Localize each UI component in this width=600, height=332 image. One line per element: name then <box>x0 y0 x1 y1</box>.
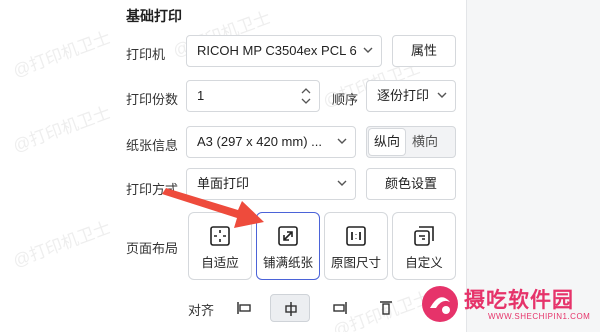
watermark: @打印机卫士 <box>10 27 114 81</box>
chevron-down-icon <box>363 47 373 53</box>
order-value: 逐份打印 <box>377 88 430 103</box>
stepper-arrows-icon[interactable] <box>301 86 311 106</box>
layout-option-label: 原图尺寸 <box>330 256 381 270</box>
align-top-icon <box>380 301 392 315</box>
printer-value: RICOH MP C3504ex PCL 6 <box>197 43 357 58</box>
brand-url: WWW.SHECHIPIN1.COM <box>488 312 591 321</box>
align-left-button[interactable] <box>224 294 264 322</box>
color-settings-button[interactable]: 颜色设置 <box>366 168 456 200</box>
printer-label: 打印机 <box>126 47 166 62</box>
brand-watermark: 摄吃软件园 WWW.SHECHIPIN1.COM <box>420 282 600 332</box>
chevron-down-icon <box>437 92 447 98</box>
paper-select[interactable]: A3 (297 x 420 mm) ... <box>186 126 356 158</box>
watermark: @打印机卫士 <box>10 102 114 156</box>
original-size-icon <box>346 226 366 246</box>
orientation-toggle: 纵向 横向 <box>366 126 456 158</box>
align-right-icon <box>333 302 347 314</box>
watermark: @打印机卫士 <box>10 217 114 271</box>
layout-option-custom[interactable]: 自定义 <box>392 212 456 280</box>
layout-option-label: 自适应 <box>201 256 239 270</box>
brand-logo-icon <box>422 286 458 322</box>
copies-value: 1 <box>197 88 205 103</box>
section-title: 基础打印 <box>126 8 182 24</box>
expand-icon <box>278 226 298 246</box>
chevron-down-icon <box>337 180 347 186</box>
align-right-button[interactable] <box>320 294 360 322</box>
orientation-landscape[interactable]: 横向 <box>407 129 443 155</box>
layout-option-label: 自定义 <box>405 256 443 270</box>
annotation-arrow-icon <box>162 188 264 228</box>
order-select[interactable]: 逐份打印 <box>366 80 456 112</box>
copies-stepper[interactable]: 1 <box>186 80 320 112</box>
chevron-down-icon <box>337 138 347 144</box>
layout-option-label: 铺满纸张 <box>262 256 313 270</box>
align-center-icon <box>285 302 297 316</box>
layout-option-fill-paper[interactable]: 铺满纸张 <box>256 212 320 280</box>
paper-label: 纸张信息 <box>126 138 179 153</box>
align-top-button[interactable] <box>366 294 406 322</box>
print-settings-panel: @打印机卫士 @打印机卫士 @打印机卫士 @打印机卫士 @打印机卫士 @打印机卫… <box>0 0 466 332</box>
printer-select[interactable]: RICOH MP C3504ex PCL 6 <box>186 35 382 67</box>
order-label: 顺序 <box>332 92 359 107</box>
layout-option-original-size[interactable]: 原图尺寸 <box>324 212 388 280</box>
paper-value: A3 (297 x 420 mm) ... <box>197 134 322 149</box>
align-left-icon <box>237 302 251 314</box>
custom-layout-icon <box>414 226 434 246</box>
printer-properties-button[interactable]: 属性 <box>392 35 456 67</box>
brand-name: 摄吃软件园 <box>464 289 574 312</box>
page-layout-label: 页面布局 <box>126 241 179 256</box>
orientation-portrait[interactable]: 纵向 <box>369 129 405 155</box>
copies-label: 打印份数 <box>126 92 179 107</box>
align-label: 对齐 <box>188 303 215 318</box>
align-center-button[interactable] <box>270 294 310 322</box>
